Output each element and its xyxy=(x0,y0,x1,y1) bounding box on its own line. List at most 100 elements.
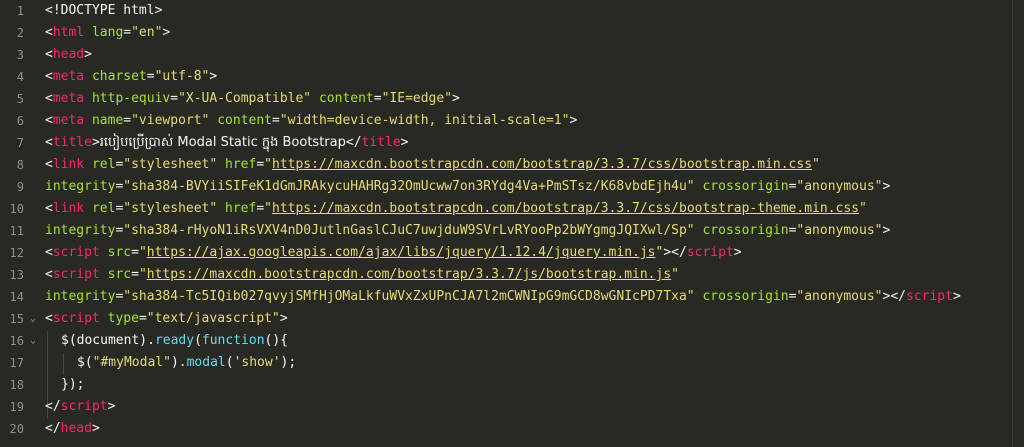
bracket: < xyxy=(45,157,53,172)
bracket: > xyxy=(279,311,288,326)
identifier: document xyxy=(76,333,140,348)
line-number: 18 xyxy=(9,378,24,392)
bracket: < xyxy=(45,135,53,150)
url-link[interactable]: https://maxcdn.bootstrapcdn.com/bootstra… xyxy=(147,267,671,282)
code-line-11[interactable]: integrity="sha384-rHyoN1iRsVXV4nD0JutlnG… xyxy=(45,220,890,242)
punctuation: ); xyxy=(280,355,297,370)
bracket: > xyxy=(569,113,578,128)
attr-value: "sha384-rHyoN1iRsVXV4nD0JutlnGaslCJuC7uw… xyxy=(123,223,695,238)
bracket: > xyxy=(107,399,116,414)
attr-name: src xyxy=(107,267,132,282)
code-line-18[interactable]: }); xyxy=(61,374,84,396)
attr-name: content xyxy=(217,113,273,128)
attr-value: "stylesheet" xyxy=(123,201,218,216)
bracket: < xyxy=(45,69,53,84)
bracket: < xyxy=(45,311,53,326)
bracket: < xyxy=(45,245,53,260)
bracket: > xyxy=(91,421,100,436)
attr-value: "anonymous" xyxy=(796,223,883,238)
string-literal: 'show' xyxy=(233,355,281,370)
attr-value: "sha384-Tc5IQib027qvyjSMfHjOMaLkfuWVxZxU… xyxy=(123,289,695,304)
code-line-20[interactable]: </head> xyxy=(45,418,100,440)
attr-value: "viewport" xyxy=(131,113,210,128)
equals: = xyxy=(131,245,139,260)
bracket: > xyxy=(452,91,460,106)
code-line-19[interactable]: </script> xyxy=(45,396,115,418)
tag-name: script xyxy=(686,245,734,260)
code-line-14[interactable]: integrity="sha384-Tc5IQib027qvyjSMfHjOMa… xyxy=(45,286,961,308)
tag-name: script xyxy=(60,399,108,414)
doctype: <!DOCTYPE html> xyxy=(45,3,163,18)
attr-name: crossorigin xyxy=(702,179,789,194)
attr-value: "anonymous" xyxy=(796,289,883,304)
bracket: > xyxy=(400,135,409,150)
fold-open-icon[interactable]: ⌄ xyxy=(30,308,40,330)
paren: ( xyxy=(68,333,77,348)
equals: = xyxy=(131,267,139,282)
line-number: 6 xyxy=(16,114,24,128)
attr-value: "X-UA-Compatible" xyxy=(178,91,312,106)
tag-name: title xyxy=(361,135,401,150)
code-line-5[interactable]: <meta http-equiv="X-UA-Compatible" conte… xyxy=(45,88,460,110)
quote: " xyxy=(138,245,147,260)
paren: ( xyxy=(194,333,202,348)
attr-name: content xyxy=(318,91,374,106)
code-editor[interactable]: 1 2 3 4 5 6 7 8 9 10 11 12 13 14 15 16 1… xyxy=(0,0,1024,447)
equals: = xyxy=(256,157,265,172)
equals: = xyxy=(256,201,265,216)
code-line-8[interactable]: <link rel="stylesheet" href="https://max… xyxy=(45,154,820,176)
bracket: > xyxy=(84,47,92,62)
url-link[interactable]: https://ajax.googleapis.com/ajax/libs/jq… xyxy=(147,245,656,260)
tag-name: html xyxy=(52,25,85,40)
bracket: < xyxy=(45,25,53,40)
url-link[interactable]: https://maxcdn.bootstrapcdn.com/bootstra… xyxy=(272,201,859,216)
bracket: > xyxy=(952,289,961,304)
attr-name: crossorigin xyxy=(702,289,789,304)
quote: " xyxy=(671,267,679,282)
line-number: 7 xyxy=(16,136,24,150)
attr-name: src xyxy=(107,245,132,260)
code-line-9[interactable]: integrity="sha384-BVYiiSIFeK1dGmJRAkycuH… xyxy=(45,176,890,198)
fold-open-icon[interactable]: ⌄ xyxy=(30,330,40,352)
attr-value: "sha384-BVYiiSIFeK1dGmJRAkycuHAHRg32OmUc… xyxy=(123,179,695,194)
line-number: 9 xyxy=(16,180,24,194)
code-line-2[interactable]: <html lang="en"> xyxy=(45,22,170,44)
bracket: < xyxy=(45,113,53,128)
code-line-6[interactable]: <meta name="viewport" content="width=dev… xyxy=(45,110,577,132)
tag-name: meta xyxy=(52,91,85,106)
equals: = xyxy=(373,91,382,106)
code-line-1[interactable]: <!DOCTYPE html> xyxy=(45,0,162,22)
bracket: > xyxy=(663,245,672,260)
attr-value: "anonymous" xyxy=(796,179,883,194)
equals: = xyxy=(123,113,132,128)
code-line-7[interactable]: <title>របៀបប្រើប្រាស់ Modal Static ក្នុង… xyxy=(45,132,409,154)
paren: ) xyxy=(139,333,148,348)
code-line-15[interactable]: <script type="text/javascript"> xyxy=(45,308,288,330)
line-number: 2 xyxy=(16,26,24,40)
attr-name: lang xyxy=(91,25,124,40)
code-line-17[interactable]: $("#myModal").modal('show'); xyxy=(77,352,296,374)
attr-name: name xyxy=(91,113,124,128)
quote: " xyxy=(812,157,820,172)
code-line-10[interactable]: <link rel="stylesheet" href="https://max… xyxy=(45,198,867,220)
bracket: > xyxy=(162,25,171,40)
line-number: 19 xyxy=(9,400,24,414)
bracket: </ xyxy=(671,245,687,260)
attr-name: integrity xyxy=(45,179,116,194)
tag-name: script xyxy=(905,289,953,304)
string-literal: "#myModal" xyxy=(92,355,171,370)
attr-name: type xyxy=(107,311,139,326)
line-number: 17 xyxy=(9,356,24,370)
line-number: 11 xyxy=(9,224,24,238)
url-link[interactable]: https://maxcdn.bootstrapcdn.com/bootstra… xyxy=(272,157,812,172)
attr-name: rel xyxy=(91,157,116,172)
code-line-16[interactable]: $(document).ready(function(){ xyxy=(61,330,288,352)
code-line-13[interactable]: <script src="https://maxcdn.bootstrapcdn… xyxy=(45,264,679,286)
indent-guide xyxy=(63,353,64,375)
code-line-12[interactable]: < script src="https://ajax.googleapis.com… xyxy=(45,242,742,264)
code-line-4[interactable]: <meta charset="utf-8"> xyxy=(45,66,217,88)
tag-name: head xyxy=(52,47,85,62)
code-line-3[interactable]: <head> xyxy=(45,44,92,66)
attr-name: crossorigin xyxy=(702,223,789,238)
bracket: > xyxy=(209,69,218,84)
